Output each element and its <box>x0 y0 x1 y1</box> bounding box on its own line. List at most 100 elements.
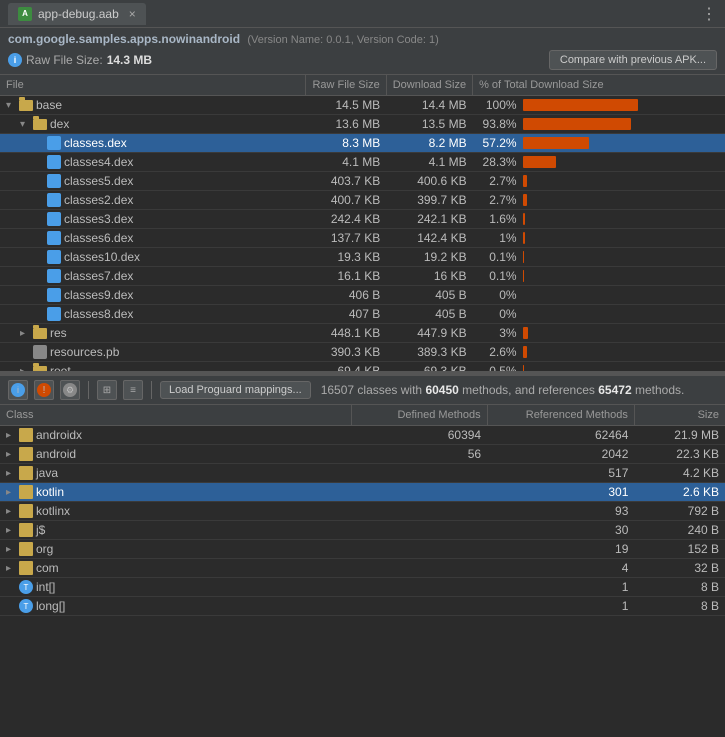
tree-toolbar-btn[interactable]: ⊞ <box>97 380 117 400</box>
folder-icon <box>33 119 47 130</box>
table-row[interactable]: classes.dex 8.3 MB 8.2 MB 57.2% <box>0 134 725 153</box>
pct-cell: 2.7% <box>473 191 725 210</box>
pct-cell: 0% <box>473 286 725 305</box>
folder-icon <box>33 328 47 339</box>
dl-size-cell: 14.4 MB <box>386 96 472 115</box>
table-row[interactable]: ▸ android 56 2042 22.3 KB <box>0 445 725 464</box>
size-cell: 2.6 KB <box>634 483 725 502</box>
class-name: java <box>36 466 58 480</box>
referenced-methods-cell: 19 <box>487 540 634 559</box>
dl-size-cell: 69.3 KB <box>386 362 472 372</box>
file-name: classes9.dex <box>64 288 133 302</box>
toolbar-separator2 <box>151 381 152 399</box>
defined-methods-cell <box>351 464 487 483</box>
expand-arrow: ▸ <box>6 430 16 441</box>
expand-arrow: ▸ <box>6 563 16 574</box>
expand-arrow: ▸ <box>6 506 16 517</box>
compare-button[interactable]: Compare with previous APK... <box>549 50 717 70</box>
col-rawsize: Raw File Size <box>306 75 386 96</box>
pct-cell: 3% <box>473 324 725 343</box>
defined-methods-cell <box>351 540 487 559</box>
table-row[interactable]: classes7.dex 16.1 KB 16 KB 0.1% <box>0 267 725 286</box>
table-row[interactable]: resources.pb 390.3 KB 389.3 KB 2.6% <box>0 343 725 362</box>
dl-size-cell: 142.4 KB <box>386 229 472 248</box>
table-row[interactable]: classes4.dex 4.1 MB 4.1 MB 28.3% <box>0 153 725 172</box>
table-row[interactable]: ▸ org 19 152 B <box>0 540 725 559</box>
table-row[interactable]: ▸ kotlin 301 2.6 KB <box>0 483 725 502</box>
tab-close-icon[interactable]: × <box>129 7 136 21</box>
file-table: File Raw File Size Download Size % of To… <box>0 75 725 371</box>
table-row[interactable]: ▾ base 14.5 MB 14.4 MB 100% <box>0 96 725 115</box>
table-row[interactable]: classes3.dex 242.4 KB 242.1 KB 1.6% <box>0 210 725 229</box>
col-dlsize: Download Size <box>386 75 472 96</box>
table-row[interactable]: T long[] 1 8 B <box>0 597 725 616</box>
class-name-cell: ▸ androidx <box>0 426 351 445</box>
file-name-cell: classes3.dex <box>0 210 306 229</box>
list-toolbar-btn[interactable]: ≡ <box>123 380 143 400</box>
table-row[interactable]: classes2.dex 400.7 KB 399.7 KB 2.7% <box>0 191 725 210</box>
load-proguard-button[interactable]: Load Proguard mappings... <box>160 381 311 399</box>
gear-toolbar-btn[interactable]: ⚙ <box>60 380 80 400</box>
size-cell: 21.9 MB <box>634 426 725 445</box>
expand-arrow: ▸ <box>6 544 16 555</box>
warning-toolbar-btn[interactable]: ! <box>34 380 54 400</box>
table-row[interactable]: classes10.dex 19.3 KB 19.2 KB 0.1% <box>0 248 725 267</box>
class-name: org <box>36 542 53 556</box>
table-row[interactable]: ▸ com 4 32 B <box>0 559 725 578</box>
raw-size-cell: 14.5 MB <box>306 96 386 115</box>
table-row[interactable]: classes8.dex 407 B 405 B 0% <box>0 305 725 324</box>
size-cell: 240 B <box>634 521 725 540</box>
file-name: classes4.dex <box>64 155 133 169</box>
raw-size-cell: 403.7 KB <box>306 172 386 191</box>
raw-size-cell: 19.3 KB <box>306 248 386 267</box>
table-row[interactable]: ▸ java 517 4.2 KB <box>0 464 725 483</box>
file-name: classes7.dex <box>64 269 133 283</box>
table-row[interactable]: classes6.dex 137.7 KB 142.4 KB 1% <box>0 229 725 248</box>
class-name-cell: ▸ kotlinx <box>0 502 351 521</box>
package-icon <box>19 466 33 480</box>
table-row[interactable]: ▸ root 69.4 KB 69.3 KB 0.5% <box>0 362 725 372</box>
file-name-cell: classes6.dex <box>0 229 306 248</box>
pct-cell: 0.1% <box>473 248 725 267</box>
table-row[interactable]: classes5.dex 403.7 KB 400.6 KB 2.7% <box>0 172 725 191</box>
package-icon <box>19 504 33 518</box>
table-row[interactable]: ▸ j$ 30 240 B <box>0 521 725 540</box>
table-row[interactable]: T int[] 1 8 B <box>0 578 725 597</box>
bottom-toolbar: i ! ⚙ ⊞ ≡ Load Proguard mappings... 1650… <box>0 375 725 405</box>
gear-icon: ⚙ <box>63 383 77 397</box>
table-row[interactable]: ▾ dex 13.6 MB 13.5 MB 93.8% <box>0 115 725 134</box>
col-size: Size <box>634 405 725 426</box>
class-name-cell: T long[] <box>0 597 351 616</box>
dl-size-cell: 405 B <box>386 305 472 324</box>
stats-text: 16507 classes with 60450 methods, and re… <box>321 383 685 397</box>
class-name-cell: ▸ android <box>0 445 351 464</box>
info-toolbar-btn[interactable]: i <box>8 380 28 400</box>
defined-methods-cell <box>351 578 487 597</box>
raw-size-cell: 137.7 KB <box>306 229 386 248</box>
size-cell: 792 B <box>634 502 725 521</box>
file-name-cell: ▾ dex <box>0 115 306 134</box>
table-row[interactable]: ▸ androidx 60394 62464 21.9 MB <box>0 426 725 445</box>
file-name-cell: classes5.dex <box>0 172 306 191</box>
referenced-methods-cell: 4 <box>487 559 634 578</box>
app-id: com.google.samples.apps.nowinandroid <box>8 32 240 46</box>
package-icon <box>19 447 33 461</box>
type-icon: T <box>19 599 33 613</box>
more-options-icon[interactable]: ⋮ <box>701 4 717 24</box>
file-name-cell: classes8.dex <box>0 305 306 324</box>
file-tab[interactable]: A app-debug.aab × <box>8 3 146 25</box>
package-icon <box>19 428 33 442</box>
file-name: res <box>50 326 67 340</box>
raw-size-cell: 407 B <box>306 305 386 324</box>
dex-icon <box>47 231 61 245</box>
raw-size-label: Raw File Size: <box>26 53 103 67</box>
table-row[interactable]: ▸ kotlinx 93 792 B <box>0 502 725 521</box>
raw-size-cell: 16.1 KB <box>306 267 386 286</box>
table-row[interactable]: ▸ res 448.1 KB 447.9 KB 3% <box>0 324 725 343</box>
table-row[interactable]: classes9.dex 406 B 405 B 0% <box>0 286 725 305</box>
version-info: (Version Name: 0.0.1, Version Code: 1) <box>247 34 438 46</box>
folder-icon <box>19 100 33 111</box>
referenced-methods-cell: 30 <box>487 521 634 540</box>
file-name-cell: classes4.dex <box>0 153 306 172</box>
col-defined: Defined Methods <box>351 405 487 426</box>
